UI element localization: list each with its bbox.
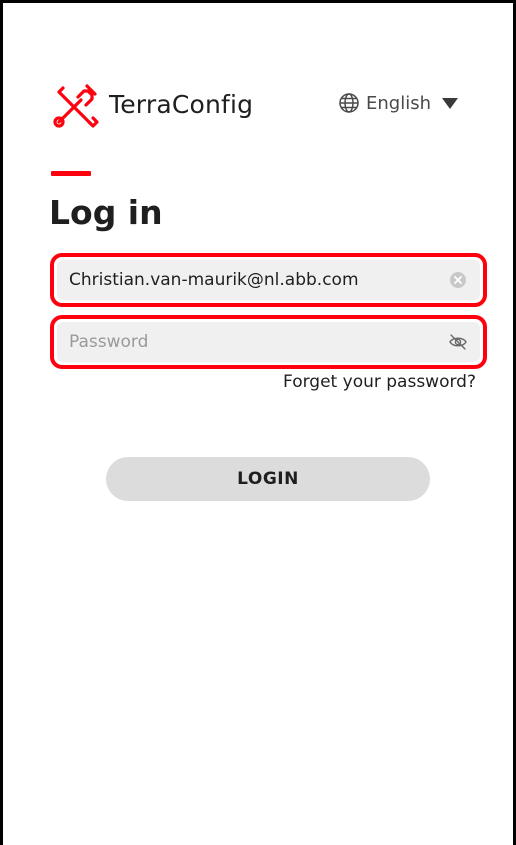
language-label: English: [366, 92, 431, 114]
forgot-password-link[interactable]: Forget your password?: [283, 372, 476, 392]
globe-icon: [339, 93, 359, 113]
email-field[interactable]: Christian.van-maurik@nl.abb.com: [57, 260, 480, 300]
accent-bar: [51, 171, 91, 176]
eye-off-icon[interactable]: [448, 332, 468, 352]
login-button[interactable]: LOGIN: [106, 457, 430, 501]
password-placeholder: Password: [69, 332, 149, 352]
password-field-highlight: Password: [50, 315, 487, 369]
email-field-highlight: Christian.van-maurik@nl.abb.com: [50, 253, 487, 307]
login-screen: TerraConfig English Log in Christian.van…: [0, 0, 516, 845]
email-value: Christian.van-maurik@nl.abb.com: [69, 270, 359, 290]
tools-icon: [53, 84, 99, 128]
clear-icon[interactable]: [448, 270, 468, 290]
app-name: TerraConfig: [109, 89, 254, 119]
caret-down-icon: [442, 98, 458, 109]
password-field[interactable]: Password: [57, 322, 480, 362]
page-title: Log in: [49, 193, 163, 232]
brand-header: TerraConfig: [51, 78, 253, 130]
language-selector[interactable]: English: [338, 92, 459, 114]
